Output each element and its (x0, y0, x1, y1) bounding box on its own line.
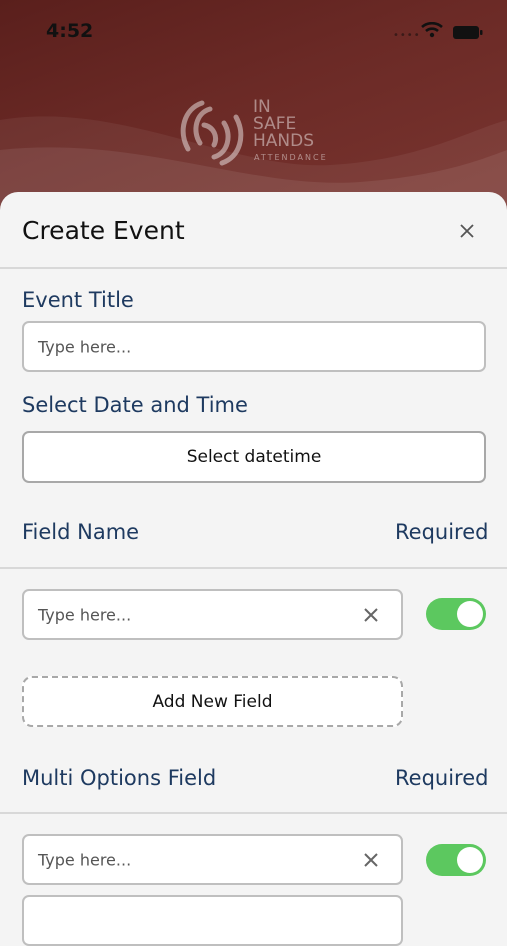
close-button[interactable] (454, 218, 480, 244)
wifi-icon (421, 22, 443, 38)
multi-option-placeholder: Type here... (38, 850, 132, 869)
add-new-field-button[interactable]: Add New Field (22, 676, 403, 727)
multi-option-input-2[interactable] (22, 895, 403, 946)
header-divider (0, 267, 507, 269)
select-datetime-button[interactable]: Select datetime (22, 431, 486, 483)
header-background: 4:52 •••• IN SAFE HANDS ATTENDANCE (0, 0, 507, 215)
brand-logo: IN SAFE HANDS ATTENDANCE (174, 95, 354, 170)
toggle-knob (457, 601, 483, 627)
event-title-input[interactable]: Type here... (22, 321, 486, 372)
cellular-signal-icon: •••• (393, 30, 421, 41)
multi-option-input[interactable]: Type here... (22, 834, 403, 885)
sheet-title: Create Event (22, 216, 185, 245)
create-event-sheet: Create Event Event Title Type here... Se… (0, 192, 507, 946)
status-time: 4:52 (46, 20, 94, 42)
field-name-placeholder: Type here... (38, 605, 132, 624)
event-title-label: Event Title (22, 288, 134, 312)
field-section-divider (0, 567, 507, 569)
field-name-header: Field Name (22, 520, 140, 544)
status-bar: 4:52 •••• (0, 0, 507, 64)
multi-options-divider (0, 812, 507, 814)
multi-options-required-toggle[interactable] (426, 844, 486, 876)
logo-tagline: ATTENDANCE (254, 153, 328, 162)
field-required-header: Required (395, 520, 489, 544)
toggle-knob (457, 847, 483, 873)
multi-options-required-header: Required (395, 766, 489, 790)
close-icon (460, 224, 474, 238)
clear-option-icon[interactable] (363, 852, 379, 868)
clear-field-icon[interactable] (363, 607, 379, 623)
event-title-placeholder: Type here... (38, 337, 132, 356)
field-name-input[interactable]: Type here... (22, 589, 403, 640)
logo-line-3: HANDS (253, 131, 315, 151)
battery-icon (453, 26, 483, 39)
multi-options-header: Multi Options Field (22, 766, 217, 790)
date-time-label: Select Date and Time (22, 393, 248, 417)
field-required-toggle[interactable] (426, 598, 486, 630)
logo-mark-icon (180, 100, 244, 166)
logo-wordmark: IN SAFE HANDS (253, 99, 314, 150)
